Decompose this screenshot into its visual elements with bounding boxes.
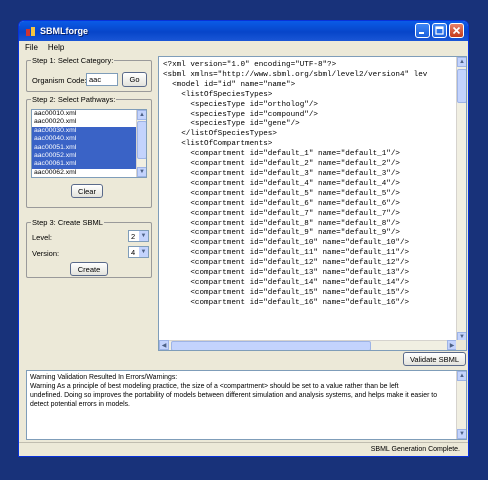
xml-line: <compartment id="default_3" name="defaul… [163, 169, 400, 178]
menu-bar: File Help [19, 41, 468, 54]
xml-line: <compartment id="default_16" name="defau… [163, 298, 410, 307]
pathway-item[interactable]: aac00062.xml [32, 169, 136, 177]
close-icon [452, 26, 461, 35]
level-value: 2 [131, 231, 136, 241]
xml-line: <compartment id="default_8" name="defaul… [163, 219, 400, 228]
xml-line: <compartment id="default_1" name="defaul… [163, 150, 400, 159]
level-label: Level: [32, 233, 53, 242]
xml-line: <compartment id="default_4" name="defaul… [163, 179, 400, 188]
xml-line: <compartment id="default_9" name="defaul… [163, 229, 400, 238]
pathway-list[interactable]: aac00010.xml aac00020.xml aac00030.xml aac0… [31, 109, 147, 178]
pathway-item[interactable]: aac00020.xml [32, 118, 136, 126]
scroll-down-icon[interactable]: ▼ [137, 167, 146, 177]
maximize-button[interactable] [432, 23, 447, 38]
window-title: SBMLforge [40, 26, 88, 36]
scroll-up-icon[interactable]: ▲ [137, 110, 146, 120]
step3-title: Step 3: Create SBML [31, 218, 104, 227]
message-pane[interactable]: Warning Validation Resulted In Errors/Wa… [26, 370, 467, 440]
xml-line: <compartment id="default_6" name="defaul… [163, 199, 400, 208]
xml-line: <speciesType id="compound"/> [163, 110, 318, 119]
step1-title: Step 1: Select Category: [31, 56, 115, 65]
step1-group: Step 1: Select Category: Organism Code: … [26, 56, 152, 92]
step2-title: Step 2: Select Pathways: [31, 95, 117, 104]
chevron-down-icon[interactable]: ▼ [139, 247, 148, 257]
clear-button[interactable]: Clear [71, 184, 103, 198]
scroll-up-icon[interactable]: ▲ [457, 57, 466, 67]
xml-line: <compartment id="default_14" name="defau… [163, 278, 410, 287]
level-select[interactable]: 2 ▼ [128, 230, 149, 242]
pathway-items: aac00010.xml aac00020.xml aac00030.xml aac0… [32, 110, 146, 177]
scroll-thumb[interactable] [171, 341, 371, 350]
version-label: Version: [32, 249, 60, 258]
xml-line: <compartment id="default_13" name="defau… [163, 269, 410, 278]
scroll-left-icon[interactable]: ◀ [159, 340, 169, 350]
close-button[interactable] [449, 23, 464, 38]
xml-line: <?xml version="1.0" encoding="UTF-8"?> [163, 61, 337, 69]
message-scrollbar[interactable]: ▲ ▼ [456, 371, 466, 439]
xml-output-pane[interactable]: <?xml version="1.0" encoding="UTF-8"?> <s… [158, 56, 467, 351]
create-button[interactable]: Create [70, 262, 108, 276]
pathway-item[interactable]: aac00030.xml [32, 126, 136, 136]
menu-file[interactable]: File [25, 43, 38, 52]
xml-line: <compartment id="default_12" name="defau… [163, 259, 410, 268]
xml-line: <model id="id" name="name"> [163, 80, 296, 89]
xml-line: <compartment id="default_15" name="defau… [163, 288, 410, 297]
pathway-item[interactable]: aac00010.xml [32, 110, 136, 118]
xml-line: <sbml xmlns="http://www.sbml.org/sbml/le… [163, 70, 428, 79]
version-select[interactable]: 4 ▼ [128, 246, 149, 258]
xml-line: <compartment id="default_2" name="defaul… [163, 160, 400, 169]
status-text: SBML Generation Complete. [370, 446, 460, 453]
chevron-down-icon[interactable]: ▼ [139, 231, 148, 241]
scroll-down-icon[interactable]: ▼ [457, 429, 466, 439]
pathway-item[interactable]: aac00051.xml [32, 143, 136, 152]
xml-line: <listOfCompartments> [163, 140, 273, 149]
minimize-button[interactable] [415, 23, 430, 38]
xml-horizontal-scrollbar[interactable]: ◀ ▶ [159, 340, 457, 350]
xml-line: <compartment id="default_11" name="defau… [163, 249, 410, 258]
xml-line: <speciesType id="gene"/> [163, 120, 300, 129]
validate-sbml-button[interactable]: Validate SBML [403, 352, 466, 366]
step3-group: Step 3: Create SBML Level: 2 ▼ Version: … [26, 218, 152, 278]
xml-line: <compartment id="default_5" name="defaul… [163, 189, 400, 198]
menu-help[interactable]: Help [48, 43, 64, 52]
maximize-icon [435, 26, 444, 35]
step2-group: Step 2: Select Pathways: aac00010.xml aac… [26, 95, 152, 208]
xml-vertical-scrollbar[interactable]: ▲ ▼ [456, 57, 466, 342]
pathway-item[interactable]: aac00052.xml [32, 151, 136, 161]
scroll-thumb[interactable] [137, 121, 146, 159]
version-value: 4 [131, 247, 136, 257]
app-icon [26, 26, 35, 36]
left-pane: Step 1: Select Category: Organism Code: … [26, 56, 153, 366]
message-line: detect potential errors in models. [30, 401, 130, 408]
xml-line: <speciesType id="ortholog"/> [163, 100, 318, 109]
title-bar[interactable]: SBMLforge [19, 21, 468, 41]
organism-code-label: Organism Code: [32, 76, 87, 85]
scroll-up-icon[interactable]: ▲ [457, 371, 466, 381]
pathway-scrollbar[interactable]: ▲ ▼ [136, 110, 146, 177]
pathway-item[interactable]: aac00061.xml [32, 160, 136, 169]
message-line: Warning Validation Resulted In Errors/Wa… [30, 374, 178, 381]
minimize-icon [419, 32, 424, 34]
message-line: Warning As a principle of best modeling … [30, 383, 399, 390]
xml-line: <compartment id="default_7" name="defaul… [163, 209, 400, 218]
scroll-thumb[interactable] [457, 69, 466, 103]
xml-line: <compartment id="default_10" name="defau… [163, 239, 410, 248]
xml-line: <listOfSpeciesTypes> [163, 90, 273, 99]
window-controls [415, 23, 464, 38]
message-line: undefined. Doing so improves the portabi… [30, 392, 438, 399]
xml-line: </listOfSpeciesTypes> [163, 130, 277, 139]
scroll-corner [456, 340, 466, 350]
status-bar: SBML Generation Complete. [19, 442, 468, 456]
go-button[interactable]: Go [122, 72, 147, 87]
app-window: SBMLforge File Help Step 1: Select Categ… [18, 20, 469, 457]
organism-code-input[interactable]: aac [86, 73, 118, 86]
xml-text[interactable]: <?xml version="1.0" encoding="UTF-8"?> <s… [163, 61, 427, 309]
pathway-item[interactable]: aac00040.xml [32, 135, 136, 144]
